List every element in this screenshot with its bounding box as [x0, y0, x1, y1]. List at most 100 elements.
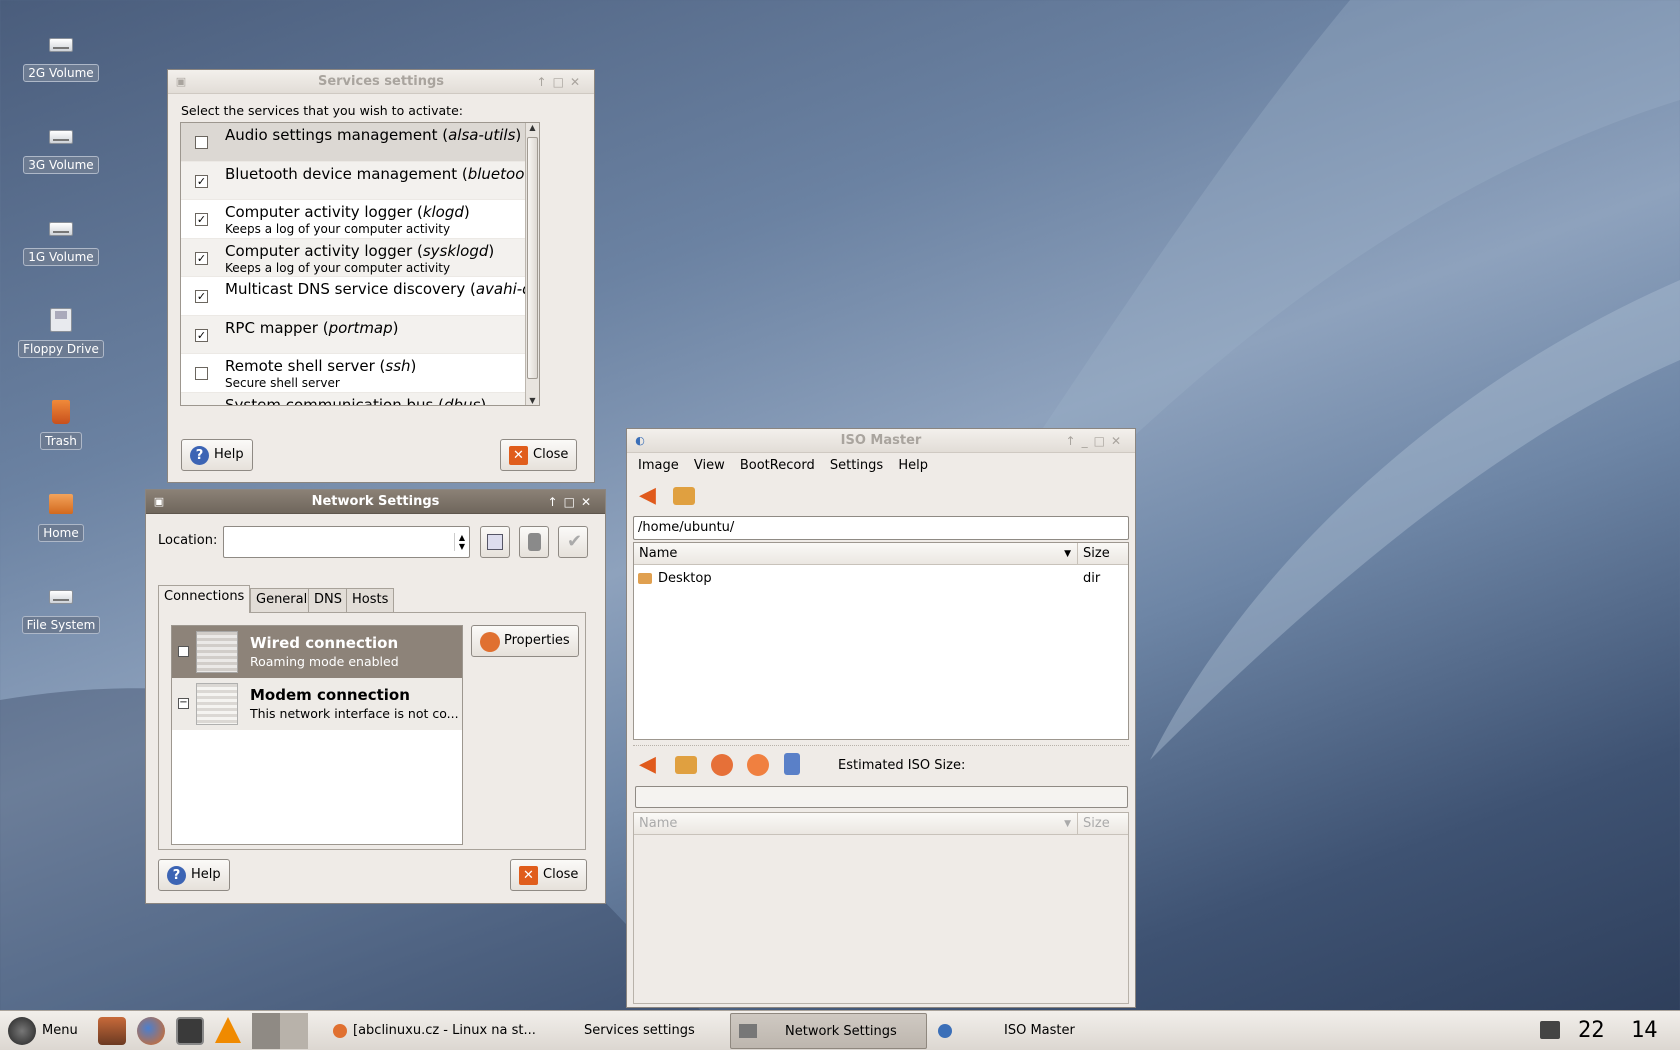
- task-browser[interactable]: [abclinuxu.cz - Linux na st...: [325, 1013, 537, 1049]
- window-menu-icon[interactable]: ▣: [152, 495, 166, 509]
- desktop-icon-trash[interactable]: Trash: [18, 398, 104, 450]
- list-item[interactable]: Desktop dir: [638, 570, 1118, 590]
- start-menu-button[interactable]: Menu: [4, 1015, 78, 1047]
- service-row-alsa[interactable]: Audio settings management (alsa-utils): [181, 123, 539, 162]
- scroll-down-icon[interactable]: ▼: [526, 396, 539, 405]
- service-checkbox[interactable]: ✓: [195, 328, 208, 342]
- service-checkbox[interactable]: [195, 367, 208, 380]
- network-tray-icon[interactable]: [1540, 1021, 1560, 1039]
- apply-location-button[interactable]: ✔: [558, 526, 588, 558]
- service-row-avahi[interactable]: ✓ Multicast DNS service discovery (avahi-…: [181, 277, 539, 316]
- window-controls[interactable]: ↑□✕: [537, 70, 586, 94]
- services-list[interactable]: Audio settings management (alsa-utils) ✓…: [180, 122, 540, 406]
- service-checkbox[interactable]: ✓: [195, 174, 208, 188]
- desktop-icon-2g-volume[interactable]: 2G Volume: [18, 30, 104, 82]
- collapse-icon[interactable]: −: [178, 698, 189, 709]
- save-location-button[interactable]: [480, 526, 510, 558]
- refresh-icon[interactable]: [747, 754, 769, 776]
- scroll-up-icon[interactable]: ▲: [526, 123, 539, 132]
- iso-file-list[interactable]: Name ▼ Size: [633, 812, 1129, 1004]
- services-scrollbar[interactable]: ▲ ▼: [525, 123, 539, 405]
- menu-bootrecord[interactable]: BootRecord: [740, 458, 815, 473]
- desktop-icon-3g-volume[interactable]: 3G Volume: [18, 122, 104, 174]
- vlc-launcher-icon[interactable]: [215, 1017, 241, 1043]
- home-folder-icon: [49, 494, 73, 514]
- desktop-icon-home[interactable]: Home: [18, 490, 104, 542]
- fs-path-input[interactable]: /home/ubuntu/: [633, 516, 1129, 540]
- collapse-icon[interactable]: −: [178, 646, 189, 657]
- remove-arrow-icon[interactable]: ◀: [639, 754, 661, 776]
- delete-location-button[interactable]: [519, 526, 549, 558]
- tab-general[interactable]: General: [250, 588, 314, 612]
- workspace-pager[interactable]: [252, 1013, 308, 1049]
- window-controls[interactable]: ↑□✕: [548, 490, 597, 514]
- folder-icon: [638, 573, 652, 584]
- column-label: Name: [639, 816, 678, 831]
- menu-help[interactable]: Help: [898, 458, 928, 473]
- column-size-header[interactable]: Size: [1078, 813, 1128, 835]
- service-row-bluetooth[interactable]: ✓ Bluetooth device management (bluetooth: [181, 161, 539, 200]
- service-checkbox[interactable]: [195, 136, 208, 149]
- window-controls[interactable]: ↑_□✕: [1066, 429, 1127, 453]
- drive-icon: [49, 130, 73, 144]
- service-desc: Keeps a log of your computer activity: [225, 222, 451, 236]
- tab-hosts[interactable]: Hosts: [346, 588, 395, 612]
- image-viewer-launcher-icon[interactable]: [98, 1017, 126, 1045]
- file-size: dir: [1083, 571, 1101, 586]
- window-menu-icon[interactable]: ◐: [633, 434, 647, 448]
- menu-image[interactable]: Image: [638, 458, 679, 473]
- pane-splitter[interactable]: [633, 745, 1129, 751]
- iso-path-input[interactable]: [635, 786, 1128, 808]
- network-titlebar[interactable]: ▣ Network Settings ↑□✕: [146, 490, 605, 514]
- task-network-settings[interactable]: Network Settings: [730, 1013, 927, 1049]
- service-checkbox[interactable]: ✓: [195, 213, 208, 226]
- connections-list[interactable]: − Wired connection Roaming mode enabled …: [171, 625, 463, 845]
- service-row-ssh[interactable]: Remote shell server (ssh) Secure shell se…: [181, 354, 539, 393]
- network-close-button[interactable]: ✕ Close: [510, 859, 588, 891]
- desktop-icon-1g-volume[interactable]: 1G Volume: [18, 214, 104, 266]
- fs-file-list[interactable]: Name ▼ Size Desktop dir: [633, 542, 1129, 740]
- terminal-launcher-icon[interactable]: [176, 1017, 204, 1045]
- new-folder-icon[interactable]: [673, 487, 695, 505]
- connection-row-modem[interactable]: − Modem connection This network interfac…: [172, 678, 462, 730]
- desktop-icon-floppy-drive[interactable]: Floppy Drive: [18, 306, 104, 358]
- delete-bin-icon[interactable]: [784, 753, 800, 775]
- location-combo[interactable]: ▲ ▼: [223, 526, 470, 558]
- service-checkbox[interactable]: ✓: [195, 251, 208, 265]
- firefox-launcher-icon[interactable]: [137, 1017, 165, 1045]
- menu-view[interactable]: View: [694, 458, 725, 473]
- connection-row-wired[interactable]: − Wired connection Roaming mode enabled: [172, 626, 462, 678]
- menu-settings[interactable]: Settings: [830, 458, 883, 473]
- close-icon: ✕: [509, 446, 528, 465]
- desktop-icon-file-system[interactable]: File System: [18, 582, 104, 634]
- sort-desc-icon: ▼: [1064, 819, 1071, 829]
- iso-titlebar[interactable]: ◐ ISO Master ↑_□✕: [627, 429, 1135, 453]
- column-name-header[interactable]: Name ▼: [634, 813, 1078, 835]
- column-name-header[interactable]: Name ▼: [634, 543, 1078, 565]
- service-row-klogd[interactable]: ✓ Computer activity logger (klogd) Keeps a…: [181, 200, 539, 239]
- service-row-dbus[interactable]: System communication bus (dbus): [181, 392, 539, 407]
- network-help-button[interactable]: ? Help: [158, 859, 230, 891]
- services-titlebar[interactable]: ▣ Services settings ↑□✕: [168, 70, 594, 94]
- service-row-portmap[interactable]: ✓ RPC mapper (portmap): [181, 315, 539, 354]
- tab-connections[interactable]: Connections: [158, 585, 251, 613]
- services-help-button[interactable]: ? Help: [181, 439, 253, 471]
- tab-dns[interactable]: DNS: [308, 588, 348, 612]
- service-row-sysklogd[interactable]: ✓ Computer activity logger (sysklogd) Keep…: [181, 238, 539, 277]
- column-size-header[interactable]: Size: [1078, 543, 1128, 565]
- window-menu-icon[interactable]: ▣: [174, 75, 188, 89]
- scrollbar-thumb[interactable]: [527, 137, 538, 379]
- properties-button[interactable]: Properties: [471, 625, 579, 657]
- service-checkbox[interactable]: ✓: [195, 290, 208, 303]
- back-arrow-icon[interactable]: ◀: [639, 485, 661, 507]
- clock[interactable]: 22 14 40: [1578, 1015, 1680, 1047]
- service-name: RPC mapper (portmap): [225, 318, 399, 337]
- add-folder-icon[interactable]: [675, 756, 697, 774]
- services-close-button[interactable]: ✕ Close: [500, 439, 578, 471]
- drive-icon: [49, 590, 73, 604]
- extract-icon[interactable]: [711, 754, 733, 776]
- task-iso-master[interactable]: ISO Master: [934, 1013, 1094, 1049]
- service-checkbox[interactable]: [195, 406, 208, 407]
- services-window: ▣ Services settings ↑□✕ Select the servi…: [167, 69, 595, 483]
- task-services-settings[interactable]: Services settings: [572, 1013, 722, 1049]
